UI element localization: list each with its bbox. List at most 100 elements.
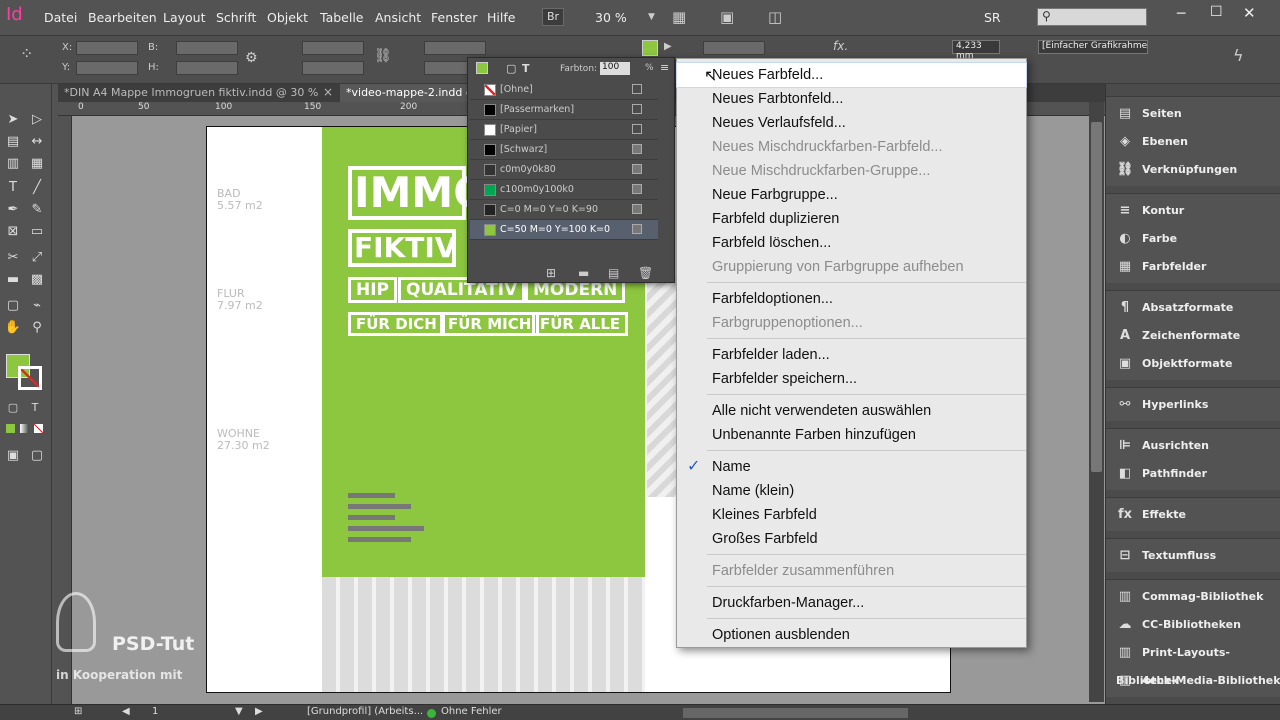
minimize-button[interactable]: ─ [1177, 6, 1185, 22]
dock-item[interactable]: ¶ Absatzformate [1116, 294, 1234, 322]
page-nav-first-icon[interactable]: ⊞ [74, 706, 82, 717]
menu-item[interactable]: Neues Farbtonfeld... [677, 87, 1026, 111]
swatch-row[interactable]: C=0 M=0 Y=0 K=90 [470, 200, 658, 220]
horizontal-scrollbar[interactable] [683, 708, 908, 718]
swatch-row[interactable]: c100m0y100k0 [470, 180, 658, 200]
stroke-weight-field[interactable]: 4,233 mm [952, 40, 1000, 61]
fill-stroke-selector[interactable] [476, 62, 488, 74]
content-collector-icon[interactable]: ▥ [3, 154, 23, 174]
dock-item[interactable]: ▥ Commag-Bibliothek [1116, 583, 1264, 611]
tab-din-a4-mappe[interactable]: *DIN A4 Mappe Immogruen fiktiv.indd @ 30… [58, 84, 340, 102]
tint-field[interactable]: 100 [600, 62, 630, 75]
hand-tool-icon[interactable]: ✋ [3, 318, 23, 338]
menu-hilfe[interactable]: Hilfe [487, 10, 515, 25]
scissors-tool-icon[interactable]: ✂ [3, 248, 23, 268]
menu-item[interactable]: Neue Farbgruppe... [677, 183, 1026, 207]
apply-color-icon[interactable] [6, 424, 15, 433]
close-tab-icon[interactable]: × [323, 85, 333, 99]
dock-item[interactable]: ▣ Objektformate [1116, 350, 1233, 378]
menu-item[interactable]: Farbfelder laden... [677, 343, 1026, 367]
dock-item[interactable]: ▥ 4eck-Media-Bibliothek [1116, 667, 1280, 695]
menu-item[interactable]: Farbfeld duplizieren [677, 207, 1026, 231]
apply-none-icon[interactable] [34, 424, 43, 433]
page-tool-icon[interactable]: ▤ [3, 132, 23, 152]
gradient-feather-tool-icon[interactable]: ▩ [27, 270, 47, 290]
formatting-container-icon[interactable]: ▢ [3, 398, 23, 418]
preflight-status[interactable]: Ohne Fehler [441, 706, 502, 717]
dock-item[interactable]: fx Effekte [1116, 501, 1186, 529]
menu-bearbeiten[interactable]: Bearbeiten [88, 10, 157, 25]
scrollbar-thumb[interactable] [1091, 122, 1102, 472]
constrain-proportions-icon[interactable]: ⚙ [245, 50, 258, 66]
preview-mode-icon[interactable]: ▢ [27, 446, 47, 466]
dock-item[interactable]: ⚯ Hyperlinks [1116, 391, 1209, 419]
trash-icon[interactable]: 🗑 [638, 266, 653, 280]
next-page-icon[interactable]: ▶ [255, 706, 263, 717]
menu-tabelle[interactable]: Tabelle [320, 10, 364, 25]
scale-y-field[interactable] [302, 61, 364, 75]
dock-item[interactable]: A Zeichenformate [1116, 322, 1240, 350]
dock-item[interactable]: ⛓ Verknüpfungen [1116, 156, 1238, 184]
menu-item[interactable]: Kleines Farbfeld [677, 503, 1026, 527]
swatch-row[interactable]: [Passermarken] [470, 100, 658, 120]
effects-fx-icon[interactable]: fx. [833, 39, 848, 53]
menu-objekt[interactable]: Objekt [267, 10, 308, 25]
line-tool-icon[interactable]: ╱ [27, 178, 47, 198]
workspace-switcher[interactable]: SR [984, 10, 1001, 25]
quick-apply-icon[interactable]: ϟ [1233, 46, 1244, 65]
prev-page-icon[interactable]: ◀ [122, 706, 130, 717]
height-field[interactable] [176, 61, 238, 75]
gap-tool-icon[interactable]: ↔ [27, 132, 47, 152]
dock-item[interactable]: ☁ CC-Bibliotheken [1116, 611, 1241, 639]
menu-item[interactable]: Name ✓ [677, 455, 1026, 479]
maximize-button[interactable]: ☐ [1210, 4, 1223, 20]
new-swatch-icon[interactable]: ▤ [608, 266, 619, 280]
menu-ansicht[interactable]: Ansicht [375, 10, 421, 25]
swatch-row[interactable]: C=50 M=0 Y=100 K=0 [470, 220, 658, 240]
menu-layout[interactable]: Layout [163, 10, 206, 25]
dock-item[interactable]: ≡ Kontur [1116, 197, 1185, 225]
pen-tool-icon[interactable]: ✒ [3, 200, 23, 220]
gradient-swatch-tool-icon[interactable]: ▬ [3, 270, 23, 290]
menu-item[interactable]: Neues Verlaufsfeld... [677, 111, 1026, 135]
rectangle-tool-icon[interactable]: ▭ [27, 222, 47, 242]
dock-item[interactable]: ◐ Farbe [1116, 225, 1177, 253]
fill-swatch[interactable] [642, 40, 658, 56]
swatch-row[interactable]: [Schwarz] [470, 140, 658, 160]
container-format-icon[interactable]: ▢ [506, 62, 516, 75]
bridge-button[interactable]: Br [542, 8, 564, 26]
menu-schrift[interactable]: Schrift [216, 10, 256, 25]
screen-mode-icon[interactable]: ▣ [720, 8, 734, 26]
panel-menu-icon[interactable]: ≡ [660, 61, 669, 74]
free-transform-tool-icon[interactable]: ⤢ [27, 248, 47, 268]
dock-item[interactable]: ◧ Pathfinder [1116, 460, 1207, 488]
arrange-documents-icon[interactable]: ◫ [768, 8, 782, 26]
swatch-row[interactable]: [Ohne] [470, 80, 658, 100]
view-options-icon[interactable]: ▦ [672, 8, 686, 26]
dock-item[interactable]: ▦ Farbfelder [1116, 253, 1207, 281]
menu-datei[interactable]: Datei [44, 10, 77, 25]
text-format-icon[interactable]: T [522, 62, 530, 75]
pencil-tool-icon[interactable]: ✎ [27, 200, 47, 220]
swatch-views-icon[interactable]: ⊞ [546, 266, 556, 280]
menu-item[interactable]: Farbfeldoptionen... [677, 287, 1026, 311]
normal-view-icon[interactable]: ▣ [3, 446, 23, 466]
note-tool-icon[interactable]: ▢ [3, 296, 23, 316]
x-position-field[interactable] [76, 41, 138, 55]
dock-item[interactable]: ⊟ Textumfluss [1116, 542, 1217, 570]
fill-dropdown-icon[interactable]: ▶ [664, 41, 672, 52]
scale-x-field[interactable] [302, 41, 364, 55]
content-placer-icon[interactable]: ▦ [27, 154, 47, 174]
menu-item[interactable]: Alle nicht verwendeten auswählen [677, 399, 1026, 423]
dock-item[interactable]: ◈ Ebenen [1116, 128, 1188, 156]
search-field[interactable]: ⚲ [1037, 8, 1147, 26]
preflight-profile[interactable]: [Grundprofil] (Arbeits... [307, 706, 423, 717]
tab-video-mappe[interactable]: *video-mappe-2.indd @ [340, 84, 470, 102]
page-number[interactable]: 1 [152, 706, 158, 717]
rotation-field[interactable] [424, 41, 486, 55]
y-position-field[interactable] [76, 61, 138, 75]
vertical-scrollbar[interactable] [1089, 102, 1104, 702]
width-field[interactable] [176, 41, 238, 55]
menu-item[interactable]: Name (klein) [677, 479, 1026, 503]
close-button[interactable]: ✕ [1243, 4, 1256, 22]
